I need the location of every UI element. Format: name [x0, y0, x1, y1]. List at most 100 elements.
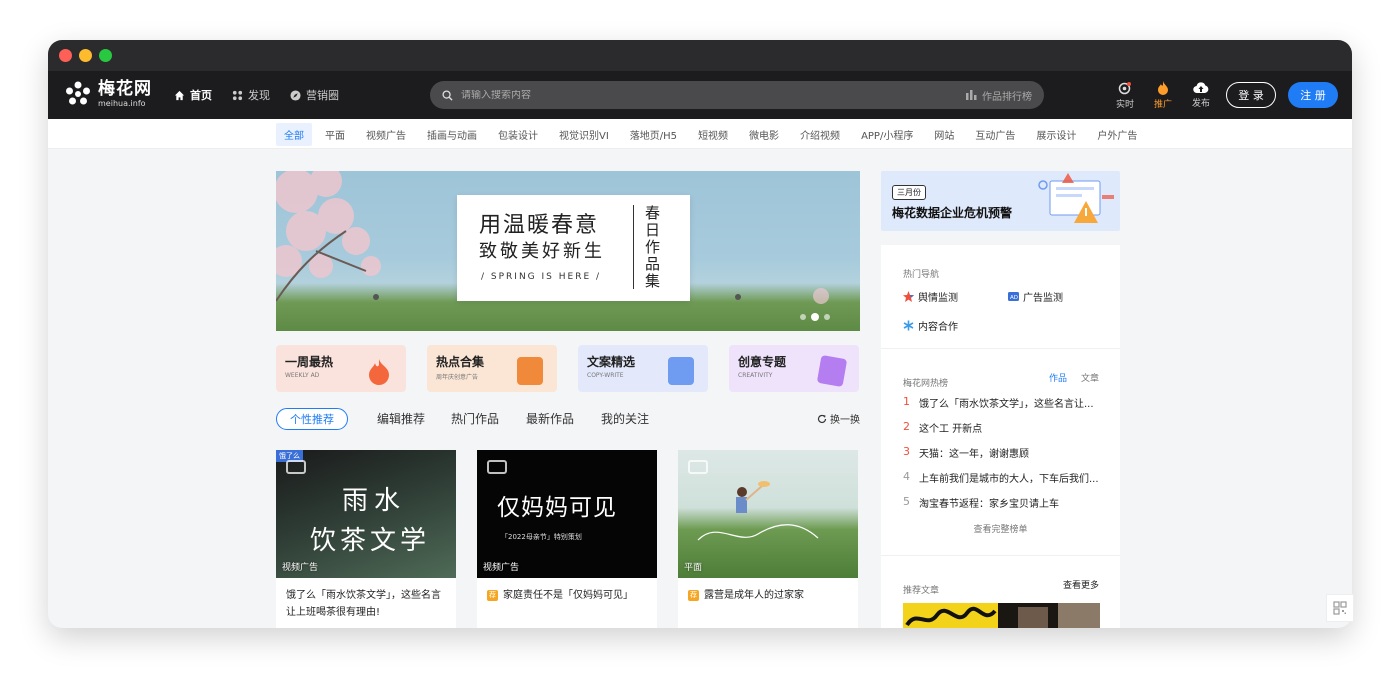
ranking-tab-works[interactable]: 作品: [1049, 371, 1067, 384]
hot-badge-icon: 荐: [688, 590, 699, 601]
hero-banner[interactable]: 用温暖春意 致敬美好新生 / SPRING IS HERE / 春日作品集: [276, 171, 860, 331]
category-micro-film[interactable]: 微电影: [741, 123, 787, 146]
folder-icon: [517, 357, 543, 385]
promo-banner[interactable]: 三月份 梅花数据企业危机预警: [881, 171, 1120, 231]
site-logo[interactable]: 梅花网 meihua.info: [64, 80, 152, 108]
banner-text-card: 用温暖春意 致敬美好新生 / SPRING IS HERE / 春日作品集: [457, 195, 690, 301]
category-print[interactable]: 平面: [317, 123, 353, 146]
banner-dot-active[interactable]: [811, 313, 819, 321]
compass-icon: [290, 89, 301, 101]
work-category-tag: 视频广告: [483, 563, 520, 573]
main-content: 用温暖春意 致敬美好新生 / SPRING IS HERE / 春日作品集 一周…: [48, 149, 1352, 628]
warning-dashboard-illustration: [1038, 173, 1114, 223]
logo-english: meihua.info: [98, 98, 146, 108]
maximize-window-button[interactable]: [99, 49, 112, 62]
category-interactive-ad[interactable]: 互动广告: [967, 123, 1023, 146]
artwork-text-1: 仅妈妈可见: [497, 495, 617, 521]
category-app[interactable]: APP/小程序: [853, 123, 921, 146]
tab-latest-works[interactable]: 最新作品: [526, 408, 574, 430]
svg-text:AD: AD: [1010, 295, 1018, 301]
tab-following[interactable]: 我的关注: [601, 408, 649, 430]
refresh-button[interactable]: 换一换: [817, 411, 860, 426]
promote-button[interactable]: 推广: [1150, 80, 1176, 110]
work-card[interactable]: 仅妈妈可见 「2022母亲节」特别策划 视频广告 荐家庭责任不是「仅妈妈可见」: [477, 450, 657, 628]
publish-button[interactable]: 发布: [1188, 81, 1214, 109]
category-packaging[interactable]: 包装设计: [490, 123, 546, 146]
ranking-item[interactable]: 1 饿了么「雨水饮茶文学」，这些名言让...: [903, 395, 1099, 410]
nav-discover[interactable]: 发现: [232, 87, 270, 103]
search-input[interactable]: [461, 89, 966, 101]
ranking-item[interactable]: 2 这个工 开新点: [903, 420, 1099, 435]
category-vi[interactable]: 视觉识别VI: [551, 123, 617, 146]
search-bar: 作品排行榜: [430, 81, 1044, 109]
ranking-tabs: 作品 文章: [1049, 371, 1099, 384]
category-all[interactable]: 全部: [276, 122, 312, 146]
nav-discover-label: 发现: [248, 89, 270, 102]
bar-chart-icon: [966, 90, 977, 100]
work-card[interactable]: 饿了么 雨水 饮茶文学 视频广告 饿了么「雨水饮茶文学」，这些名言让上班喝茶很有…: [276, 450, 456, 628]
tile-subtitle: COPY-WRITE: [587, 372, 624, 379]
tile-title: 创意专题: [738, 355, 787, 369]
work-title: 饿了么「雨水饮茶文学」，这些名言让上班喝茶很有理由!: [286, 590, 441, 618]
view-full-ranking-link[interactable]: 查看完整榜单: [881, 522, 1120, 535]
nav-marketing-circle[interactable]: 营销圈: [290, 87, 339, 103]
category-list: 全部 平面 视频广告 插画与动画 包装设计 视觉识别VI 落地页/H5 短视频 …: [276, 119, 1150, 148]
minimize-window-button[interactable]: [79, 49, 92, 62]
banner-headline-1: 用温暖春意: [479, 213, 600, 238]
browser-window: 梅花网 meihua.info 首页 发现 营销圈 作品排行榜: [48, 40, 1352, 628]
register-button[interactable]: 注 册: [1288, 82, 1338, 108]
view-more-link[interactable]: 查看更多: [1063, 578, 1099, 591]
category-exhibition[interactable]: 展示设计: [1028, 123, 1084, 146]
banner-dot[interactable]: [800, 314, 806, 320]
video-icon: [286, 460, 306, 474]
ranking-item[interactable]: 3 天猫：这一年，谢谢惠顾: [903, 445, 1099, 460]
qr-code-button[interactable]: [1326, 594, 1354, 622]
feature-tiles: 一周最热 WEEKLY AD 热点合集 周年庆创意广告 文案精选 COPY-WR…: [276, 345, 859, 392]
category-short-video[interactable]: 短视频: [690, 123, 736, 146]
work-thumbnail: 平面: [678, 450, 858, 578]
snowflake-icon: [903, 320, 914, 331]
works-ranking-link[interactable]: 作品排行榜: [966, 88, 1032, 103]
ranking-item[interactable]: 5 淘宝春节返程：家乡宝贝请上车: [903, 495, 1099, 510]
category-intro-video[interactable]: 介绍视频: [792, 123, 848, 146]
promote-label: 推广: [1153, 99, 1172, 110]
tile-copy-picks[interactable]: 文案精选 COPY-WRITE: [578, 345, 708, 392]
realtime-button[interactable]: 实时: [1112, 81, 1138, 110]
tile-weekly-hot[interactable]: 一周最热 WEEKLY AD: [276, 345, 406, 392]
close-window-button[interactable]: [59, 49, 72, 62]
category-website[interactable]: 网站: [926, 123, 962, 146]
work-card[interactable]: 平面 荐露营是成年人的过家家: [678, 450, 858, 628]
realtime-label: 实时: [1115, 99, 1134, 110]
work-category-tag: 视频广告: [282, 563, 319, 573]
hot-badge-icon: 荐: [487, 590, 498, 601]
category-bar: 全部 平面 视频广告 插画与动画 包装设计 视觉识别VI 落地页/H5 短视频 …: [48, 119, 1352, 149]
hot-nav-opinion-monitoring[interactable]: 舆情监测: [903, 289, 958, 304]
nav-home[interactable]: 首页: [174, 87, 212, 103]
tab-hot-works[interactable]: 热门作品: [451, 408, 499, 430]
realtime-icon: [1118, 81, 1131, 94]
artwork-text-2: 饮茶文学: [310, 526, 431, 556]
login-button[interactable]: 登 录: [1226, 82, 1276, 108]
search-icon: [442, 89, 453, 101]
work-thumbnail: 饿了么 雨水 饮茶文学 视频广告: [276, 450, 456, 578]
recommended-article-thumbnail[interactable]: [903, 603, 1100, 628]
logo-chinese: 梅花网: [98, 78, 152, 99]
category-video-ad[interactable]: 视频广告: [358, 123, 414, 146]
flame-icon: [369, 359, 389, 385]
tab-editor-picks[interactable]: 编辑推荐: [377, 408, 425, 430]
ranking-tab-articles[interactable]: 文章: [1081, 371, 1099, 384]
banner-dot[interactable]: [824, 314, 830, 320]
article-thumbnail-art: [903, 603, 1100, 628]
colorful-star-icon: [903, 291, 914, 302]
tile-hot-collection[interactable]: 热点合集 周年庆创意广告: [427, 345, 557, 392]
category-outdoor[interactable]: 户外广告: [1089, 123, 1145, 146]
ranking-item[interactable]: 4 上车前我们是城市的大人，下车后我们...: [903, 470, 1099, 485]
tile-creative-topics[interactable]: 创意专题 CREATIVITY: [729, 345, 859, 392]
hot-nav-ad-monitoring[interactable]: AD 广告监测: [1008, 289, 1063, 304]
user-actions: 实时 推广 发布 登 录 注 册: [1112, 71, 1338, 119]
tab-personalized[interactable]: 个性推荐: [276, 408, 348, 430]
category-illustration[interactable]: 插画与动画: [419, 123, 485, 146]
category-landing-h5[interactable]: 落地页/H5: [622, 123, 685, 146]
video-icon: [487, 460, 507, 474]
hot-nav-content-cooperation[interactable]: 内容合作: [903, 318, 958, 333]
